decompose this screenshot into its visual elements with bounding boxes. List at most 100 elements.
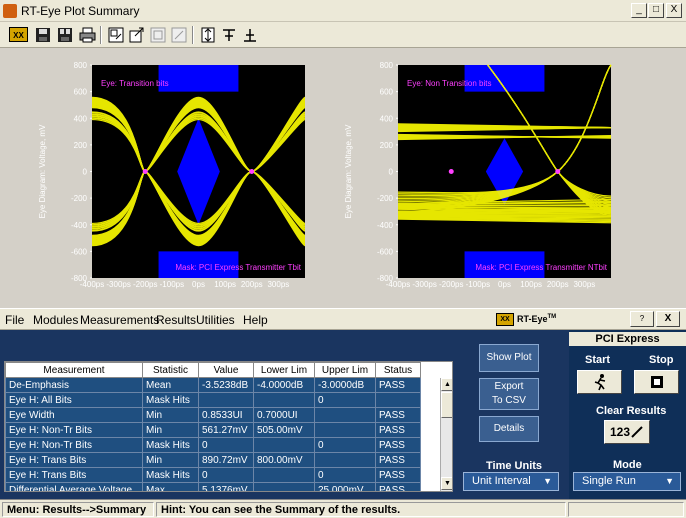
y-tick-label: 600 — [380, 88, 394, 97]
x-tick-label: 100ps — [520, 280, 542, 289]
crossing-marker — [142, 169, 148, 174]
export-label-line2: To CSV — [492, 395, 526, 406]
rt-eye-logo-icon[interactable]: XX — [9, 25, 28, 44]
y-tick-label: 800 — [380, 61, 394, 70]
rt-eye-name: RT-EyeTM — [517, 314, 557, 324]
table-cell: Mask Hits — [142, 467, 199, 483]
crossing-marker — [555, 169, 561, 174]
table-row[interactable]: Eye H: All Bits Mask Hits 0 — [5, 392, 421, 408]
marker-down-icon[interactable] — [240, 25, 259, 44]
x-tick-label: -400ps — [386, 280, 410, 289]
table-row[interactable]: Eye H: Trans Bits Min 890.72mV 800.00mV PASS — [5, 452, 421, 468]
export-icon[interactable] — [106, 25, 125, 44]
menu-file[interactable]: File — [5, 313, 24, 327]
y-tick-label: 400 — [380, 114, 394, 123]
clear-icon: 123 — [609, 425, 631, 439]
menu-utilities[interactable]: Utilities — [196, 313, 235, 327]
table-cell: PASS — [375, 482, 421, 491]
table-cell: PASS — [375, 377, 421, 393]
close-window-button[interactable]: X — [666, 3, 682, 18]
time-units-value: Unit Interval — [472, 475, 531, 487]
x-tick-label: 200ps — [241, 280, 263, 289]
restore-button[interactable]: □ — [648, 3, 664, 18]
mask-label: Mask: PCI Express Transmitter Tbit — [175, 263, 301, 272]
show-plot-button[interactable]: Show Plot — [479, 344, 539, 372]
table-cell — [198, 392, 254, 408]
eye-diagram-plot: 8006004002000-200-400-600-800-400ps -300p… — [344, 61, 612, 289]
table-header-row: Measurement Statistic Value Lower Lim Upper … — [5, 362, 421, 378]
mask-top — [158, 65, 239, 92]
table-row[interactable]: Eye Width Min 0.8533UI 0.7000UI PASS — [5, 407, 421, 423]
table-cell: Mean — [142, 377, 199, 393]
import-icon[interactable] — [127, 25, 146, 44]
table-cell: Eye H: Non-Tr Bits — [5, 422, 143, 438]
status-hint: Hint: You can see the Summary of the res… — [156, 502, 566, 517]
stop-button[interactable] — [634, 370, 679, 394]
y-tick-label: 0 — [389, 168, 394, 177]
table-row[interactable]: De-Emphasis Mean -3.5238dB -4.0000dB -3.0000… — [5, 377, 421, 393]
table-cell: PASS — [375, 452, 421, 468]
table-cell: Max — [142, 482, 199, 491]
vertical-scrollbar[interactable]: ▲ ▼ — [440, 378, 452, 491]
plot-area: 800 600 400 200 0 -200 -400 -600 -800 -400ps -300p… — [0, 48, 686, 308]
control-panel: Measurement Statistic Value Lower Lim Upper … — [0, 330, 686, 499]
save-all-icon[interactable] — [55, 25, 74, 44]
table-cell: Eye H: Trans Bits — [5, 467, 143, 483]
table-row[interactable]: Eye H: Non-Tr Bits Min 561.27mV 505.00mV PAS… — [5, 422, 421, 438]
x-tick-label: 0ps — [192, 280, 205, 289]
menu-help[interactable]: Help — [243, 313, 268, 327]
y-tick-label: -200 — [71, 194, 88, 203]
menu-modules[interactable]: Modules — [33, 313, 78, 327]
table-cell: Min — [142, 407, 199, 423]
column-header: Value — [198, 362, 254, 378]
help-icon[interactable]: ? — [630, 311, 654, 327]
column-header: Statistic — [142, 362, 199, 378]
start-button[interactable] — [577, 370, 622, 394]
export-csv-button[interactable]: Export To CSV — [479, 378, 539, 410]
marker-up-icon[interactable] — [219, 25, 238, 44]
table-row[interactable]: Differential Average Voltage Max 5.1376mV 2… — [5, 482, 421, 491]
details-button[interactable]: Details — [479, 416, 539, 442]
rt-eye-logo-icon: XX — [496, 312, 514, 326]
chevron-down-icon: ▼ — [543, 476, 552, 486]
save-icon[interactable] — [33, 25, 52, 44]
minimize-button[interactable]: _ — [631, 3, 647, 18]
table-cell: 0 — [314, 392, 376, 408]
scroll-up-arrow-icon[interactable]: ▲ — [441, 378, 452, 391]
pan-icon[interactable] — [169, 25, 188, 44]
window-title: RT-Eye Plot Summary — [21, 4, 140, 18]
mask-label: Mask: PCI Express Transmitter NTbit — [475, 263, 607, 272]
y-tick-label: -600 — [377, 247, 394, 256]
table-cell — [253, 392, 315, 408]
cursor-icon[interactable] — [198, 25, 217, 44]
y-tick-label: -200 — [377, 194, 394, 203]
table-cell: Mask Hits — [142, 437, 199, 453]
export-label-line1: Export — [494, 381, 524, 392]
y-axis-label: Eye Diagram: Voltage, mV — [38, 124, 47, 218]
table-cell: -3.0000dB — [314, 377, 376, 393]
table-cell: 0 — [198, 437, 254, 453]
menu-measurements[interactable]: Measurements — [80, 313, 159, 327]
table-row[interactable]: Eye H: Trans Bits Mask Hits 0 0 PASS — [5, 467, 421, 483]
panel-title: PCI Express — [569, 332, 686, 346]
table-cell: 0 — [314, 467, 376, 483]
toolbar-separator — [192, 26, 194, 44]
app-icon — [3, 4, 17, 18]
mode-dropdown[interactable]: Single Run ▼ — [573, 472, 681, 491]
zoom-icon[interactable] — [148, 25, 167, 44]
table-row[interactable]: Eye H: Non-Tr Bits Mask Hits 0 0 PASS — [5, 437, 421, 453]
time-units-dropdown[interactable]: Unit Interval ▼ — [463, 472, 559, 491]
toolbar-separator — [100, 26, 102, 44]
time-units-label: Time Units — [486, 460, 543, 472]
table-cell: -4.0000dB — [253, 377, 315, 393]
clear-results-button[interactable]: 123 — [604, 420, 650, 444]
table-cell: Mask Hits — [142, 392, 199, 408]
close-pane-button[interactable]: X — [656, 311, 680, 327]
y-tick-label: 400 — [74, 114, 88, 123]
x-tick-label: -200ps — [133, 280, 157, 289]
status-menu-path: Menu: Results-->Summary — [2, 502, 154, 517]
scroll-thumb[interactable] — [441, 392, 452, 418]
print-icon[interactable] — [78, 25, 97, 44]
menu-results[interactable]: Results — [156, 313, 196, 327]
scroll-down-arrow-icon[interactable]: ▼ — [441, 477, 452, 490]
